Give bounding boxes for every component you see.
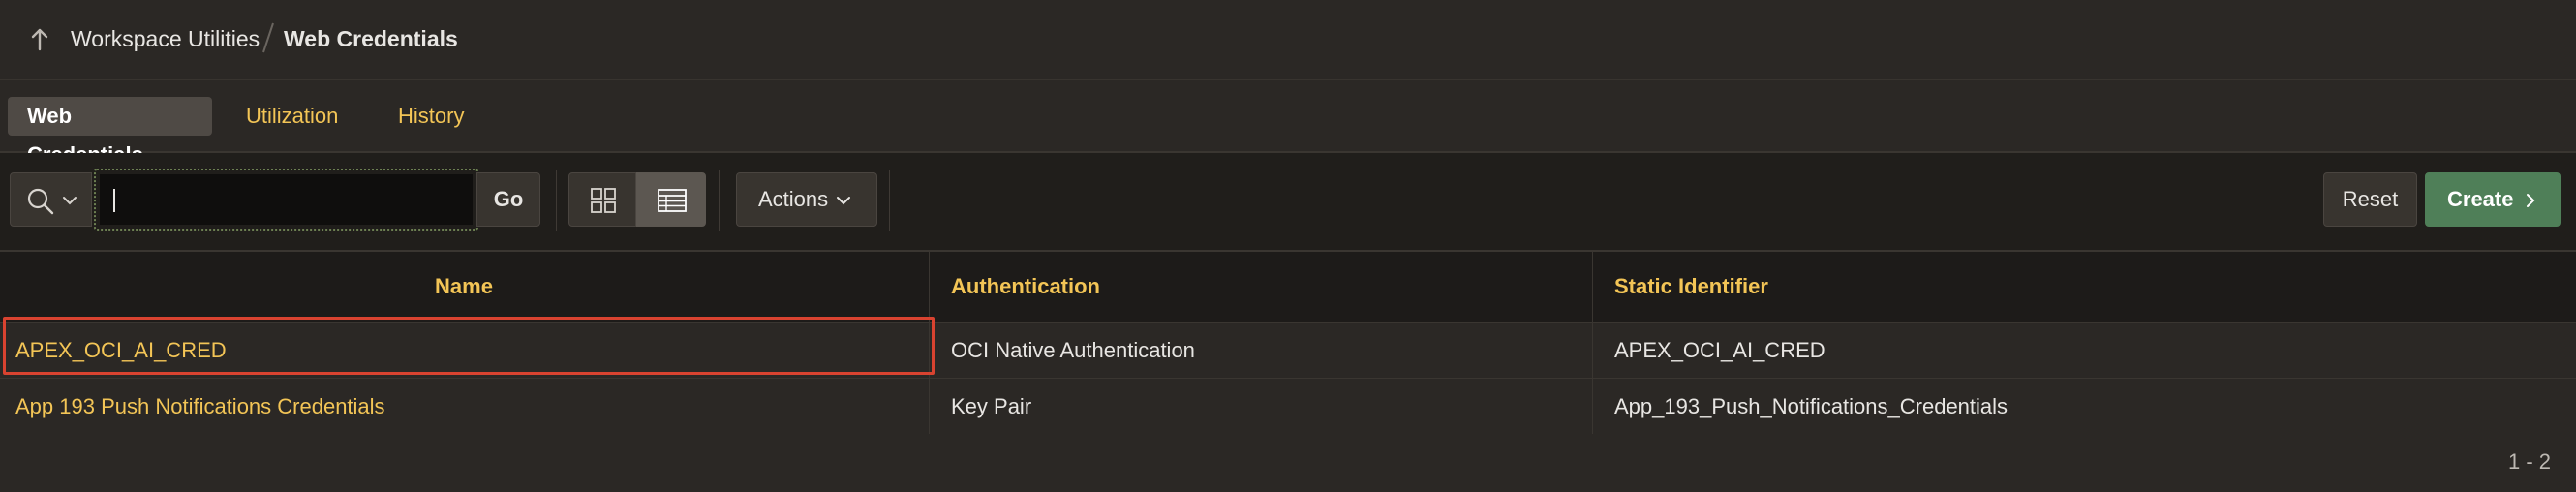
column-header-name[interactable]: Name [0, 252, 928, 322]
credential-name-link[interactable]: APEX_OCI_AI_CRED [15, 323, 227, 378]
create-button[interactable]: Create [2425, 172, 2561, 227]
tab-utilization[interactable]: Utilization [227, 97, 357, 136]
report-toolbar: Go Actions Reset Create [0, 153, 2576, 252]
grid-view-icon [591, 188, 616, 213]
static-identifier-cell: APEX_OCI_AI_CRED [1614, 338, 1825, 362]
toolbar-divider [556, 170, 557, 231]
text-cursor [113, 189, 115, 212]
actions-menu-button[interactable]: Actions [736, 172, 877, 227]
chevron-down-icon [63, 197, 77, 205]
column-header-static-identifier[interactable]: Static Identifier [1614, 252, 1768, 322]
tab-web-credentials[interactable]: Web Credentials [8, 97, 212, 167]
search-icon [27, 188, 54, 215]
go-button[interactable]: Go [476, 172, 540, 227]
tab-history[interactable]: History [379, 97, 483, 136]
table-header: Name Authentication Static Identifier [0, 252, 2576, 323]
tab-bar: Web Credentials Utilization History [0, 81, 2576, 167]
toolbar-divider [719, 170, 720, 231]
report-view-button[interactable] [636, 172, 706, 227]
authentication-cell: OCI Native Authentication [951, 338, 1195, 362]
breadcrumb-current: Web Credentials [284, 26, 458, 51]
report-footer: 1 - 2 [0, 434, 2576, 492]
create-label: Create [2447, 187, 2514, 211]
static-identifier-cell: App_193_Push_Notifications_Credentials [1614, 394, 2009, 418]
chevron-down-icon [837, 197, 850, 205]
grid-view-button[interactable] [568, 172, 636, 227]
report-view-icon [658, 189, 687, 212]
search-input-focus-ring [94, 169, 478, 231]
table-row: App 193 Push Notifications Credentials K… [0, 379, 2576, 435]
column-divider [1592, 252, 1593, 434]
breadcrumb-separator [262, 22, 274, 53]
credential-name-link[interactable]: App 193 Push Notifications Credentials [15, 379, 385, 434]
column-divider [929, 252, 930, 434]
column-header-authentication[interactable]: Authentication [951, 252, 1100, 322]
chevron-right-icon [2527, 194, 2535, 207]
actions-label: Actions [758, 187, 829, 211]
search-column-button[interactable] [10, 172, 92, 227]
reset-button[interactable]: Reset [2323, 172, 2417, 227]
search-input[interactable] [100, 174, 473, 225]
breadcrumb-parent-link[interactable]: Workspace Utilities [71, 24, 260, 53]
authentication-cell: Key Pair [951, 394, 1032, 418]
toolbar-divider [889, 170, 890, 231]
table-row: APEX_OCI_AI_CRED OCI Native Authenticati… [0, 323, 2576, 379]
pagination-range: 1 - 2 [2507, 449, 2551, 474]
up-arrow-icon[interactable] [27, 26, 52, 53]
breadcrumb: Workspace Utilities Web Credentials [0, 0, 2576, 80]
